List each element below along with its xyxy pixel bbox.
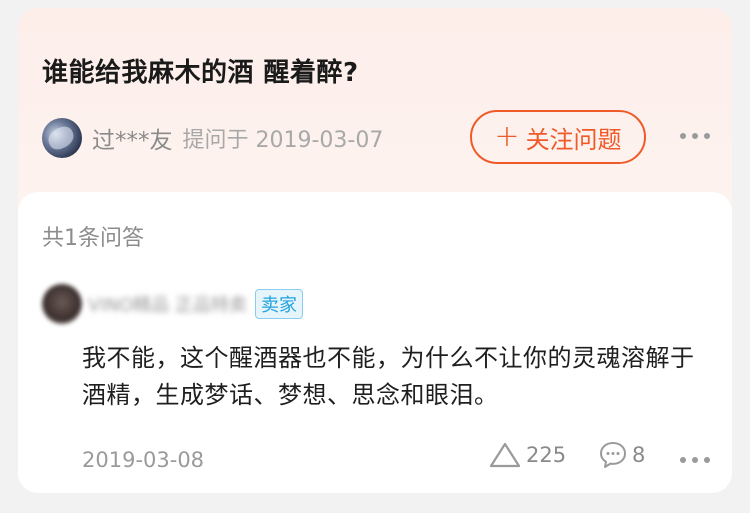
more-dots-icon[interactable] [680,128,710,144]
like-button[interactable]: 225 [488,438,566,472]
qa-card: 谁能给我麻木的酒 醒着醉? 过***友 提问于 2019-03-07 + 关注问… [18,8,732,493]
answer-text: 我不能，这个醒酒器也不能，为什么不让你的灵魂溶解于酒精，生成梦话、梦想、思念和眼… [82,344,695,409]
question-header: 谁能给我麻木的酒 醒着醉? 过***友 提问于 2019-03-07 + 关注问… [18,8,732,208]
follow-button-label: 关注问题 [525,125,622,154]
asker-avatar[interactable] [42,118,82,158]
more-dots-icon[interactable] [680,456,710,464]
answers-section: 共1条问答 VINO精品 正品特卖 卖家 我不能，这个醒酒器也不能，为什么不让你… [18,192,732,493]
like-count: 225 [526,443,567,467]
comment-bubble-icon [600,442,626,468]
plus-icon: + [494,119,520,154]
follow-question-button[interactable]: + 关注问题 [470,110,646,164]
asker-name[interactable]: 过***友 [92,121,173,155]
comment-count: 8 [632,443,646,467]
comment-button[interactable]: 8 [598,438,645,472]
triangle-up-icon [489,442,521,468]
asker-info: 过***友 提问于 2019-03-07 [42,118,383,158]
answerer-avatar[interactable] [42,284,82,324]
answerer-name[interactable]: VINO精品 正品特卖 [88,291,247,317]
answer-date: 2019-03-08 [82,448,205,472]
asked-date: 提问于 2019-03-07 [182,128,384,153]
answer-count-label: 共1条问答 [42,226,144,251]
answerer-info: VINO精品 正品特卖 卖家 [42,284,303,324]
seller-badge: 卖家 [254,289,303,319]
question-title: 谁能给我麻木的酒 醒着醉? [42,58,359,88]
